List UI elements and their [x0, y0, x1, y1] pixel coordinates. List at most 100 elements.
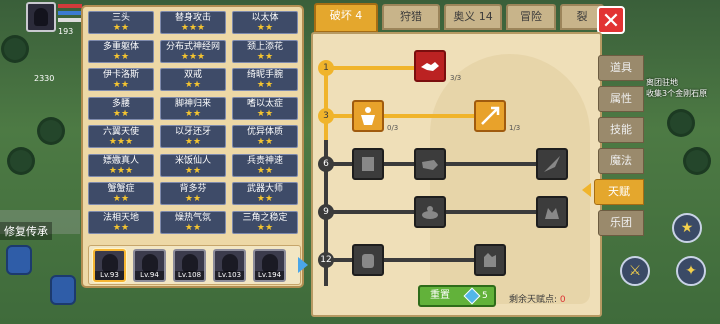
- tree: [10, 150, 32, 172]
- talent-cell[interactable]: 燥热气氛 ★★: [160, 210, 226, 234]
- talent-cell[interactable]: 绮昵手腕 ★★: [232, 68, 298, 91]
- reset-cost: 5: [482, 291, 488, 301]
- tab-item[interactable]: 奥义 14: [444, 4, 502, 30]
- hero-level: Lv.194: [255, 271, 284, 280]
- hero-portrait[interactable]: Lv.108: [173, 249, 206, 282]
- side-menu-item[interactable]: 乐团: [598, 210, 644, 236]
- side-menu-item[interactable]: 道具: [598, 55, 644, 81]
- talent-cell[interactable]: 三角之稳定 ★★: [232, 210, 298, 234]
- player-level: 193: [58, 27, 74, 36]
- talent-stars: ★★: [256, 165, 274, 176]
- tier-marker: 3: [318, 108, 334, 124]
- talent-stars: ★★★: [108, 137, 134, 147]
- tree: [40, 120, 62, 142]
- muscle-icon[interactable]: [352, 100, 384, 132]
- talent-stars: ★★: [112, 194, 130, 204]
- arrow-icon[interactable]: [474, 100, 506, 132]
- side-menu-item[interactable]: 天赋: [594, 179, 644, 205]
- hero-face: [102, 254, 118, 272]
- talent-cell[interactable]: 多腰 ★★: [88, 96, 154, 120]
- talent-stars: ★★: [184, 222, 202, 233]
- talent-cell[interactable]: 分布式神经网 ★★★: [160, 39, 226, 63]
- talent-name: 颈上添花: [246, 41, 283, 52]
- handshake-icon[interactable]: [414, 50, 446, 82]
- dark-skill-3-icon[interactable]: [414, 196, 446, 228]
- talent-cell[interactable]: 蟹蟹症 ★★: [88, 182, 154, 205]
- talent-name: 脚神归来: [174, 98, 211, 109]
- talent-stars: ★★: [256, 108, 274, 119]
- talent-name: 双戒: [183, 70, 202, 80]
- talent-stars: ★★: [256, 137, 274, 147]
- hero-level: Lv.93: [95, 271, 124, 280]
- skill-wheel-button[interactable]: ✦: [676, 256, 706, 286]
- tab-item[interactable]: 狩猎: [382, 4, 440, 30]
- sp-bar: [58, 18, 82, 22]
- barrel: [50, 275, 76, 305]
- talent-name: 兵贵神速: [246, 155, 283, 166]
- hero-level: Lv.94: [135, 271, 164, 280]
- star-icon: ★: [680, 220, 694, 236]
- talent-cell[interactable]: 兵贵神速 ★★: [232, 153, 298, 177]
- close-icon[interactable]: ✕: [597, 6, 625, 34]
- talent-cell[interactable]: 以太体 ★★: [232, 11, 298, 34]
- restore-legacy-label[interactable]: 修复传承: [0, 222, 52, 240]
- dark-skill-4-icon[interactable]: [536, 196, 568, 228]
- player-portrait[interactable]: [26, 2, 56, 32]
- talent-name: 三角之稳定: [242, 212, 288, 223]
- side-menu-item[interactable]: 技能: [598, 117, 644, 143]
- gold-counter: 2330: [34, 74, 55, 83]
- hero-portrait[interactable]: Lv.194: [253, 249, 286, 282]
- hero-face: [222, 254, 238, 272]
- talent-cell[interactable]: 优异体质 ★★: [232, 125, 298, 148]
- hand-grab-icon[interactable]: [474, 244, 506, 276]
- talent-name: 优异体质: [246, 127, 283, 137]
- dark-skill-2-icon[interactable]: [536, 148, 568, 180]
- tree: [670, 112, 692, 134]
- talent-name: 法相天地: [102, 212, 139, 223]
- next-arrow-icon[interactable]: [298, 257, 308, 273]
- talent-cell[interactable]: 嫖嫐真人 ★★★: [88, 153, 154, 177]
- talent-cell[interactable]: 米饭仙人 ★★: [160, 153, 226, 177]
- sword-button[interactable]: ⚔: [620, 256, 650, 286]
- talent-cell[interactable]: 脚神归来 ★★: [160, 96, 226, 120]
- hero-portrait[interactable]: Lv.94: [133, 249, 166, 282]
- talent-cell[interactable]: 伊卡洛斯 ★★: [88, 68, 154, 91]
- talent-cell[interactable]: 双戒 ★★: [160, 68, 226, 91]
- talent-cell[interactable]: 嗜以太症 ★★: [232, 96, 298, 120]
- tab-item[interactable]: 破坏 4: [314, 3, 378, 33]
- star-button[interactable]: ★: [672, 213, 702, 243]
- talent-stars: ★★: [256, 51, 274, 62]
- hero-face: [262, 254, 278, 272]
- talent-stars: ★★: [184, 80, 202, 90]
- gem-icon: [463, 287, 481, 305]
- talent-name: 三头: [111, 13, 130, 23]
- side-menu-item[interactable]: 魔法: [598, 148, 644, 174]
- hero-portrait[interactable]: Lv.93: [93, 249, 126, 282]
- reset-button[interactable]: 重置 5: [418, 285, 496, 307]
- talent-cell[interactable]: 背多芬 ★★: [160, 182, 226, 205]
- dark-skill-1-icon[interactable]: [352, 148, 384, 180]
- hero-portrait[interactable]: Lv.103: [213, 249, 246, 282]
- fist-raise-icon[interactable]: [352, 244, 384, 276]
- talent-cell[interactable]: 六翼天使 ★★★: [88, 125, 154, 148]
- talent-name: 嫖嫐真人: [102, 155, 139, 166]
- quest-tracker[interactable]: 离团驻地 收集3个金刚石原: [646, 77, 707, 99]
- player-hud[interactable]: 193: [26, 2, 82, 36]
- talent-tree: 1 3 6 9 12 3/3 0/3 1/3: [311, 32, 602, 317]
- talent-cell[interactable]: 颈上添花 ★★: [232, 39, 298, 63]
- talent-cell[interactable]: 以牙还牙 ★★: [160, 125, 226, 148]
- quest-line: 收集3个金刚石原: [646, 89, 708, 98]
- tab-item[interactable]: 冒险: [506, 4, 556, 30]
- fist-icon[interactable]: [414, 148, 446, 180]
- talent-cell[interactable]: 武器大师 ★★: [232, 182, 298, 205]
- talent-list-panel: 三头 ★★ 替身攻击 ★★★ 以太体 ★★ 多重躯体 ★★ 分布式神经网 ★★★ 颈上添花 ★★ 伊卡洛…: [81, 5, 308, 288]
- talent-name: 蟹蟹症: [107, 184, 135, 194]
- talent-cell[interactable]: 三头 ★★: [88, 11, 154, 34]
- talent-cell[interactable]: 多重躯体 ★★: [88, 39, 154, 63]
- talent-cell[interactable]: 替身攻击 ★★★: [160, 11, 226, 34]
- talent-cell[interactable]: 法相天地 ★★: [88, 210, 154, 234]
- hp-bar: [58, 4, 82, 8]
- talent-stars: ★★: [256, 194, 274, 204]
- side-menu-item[interactable]: 属性: [598, 86, 644, 112]
- reset-label: 重置: [430, 290, 450, 301]
